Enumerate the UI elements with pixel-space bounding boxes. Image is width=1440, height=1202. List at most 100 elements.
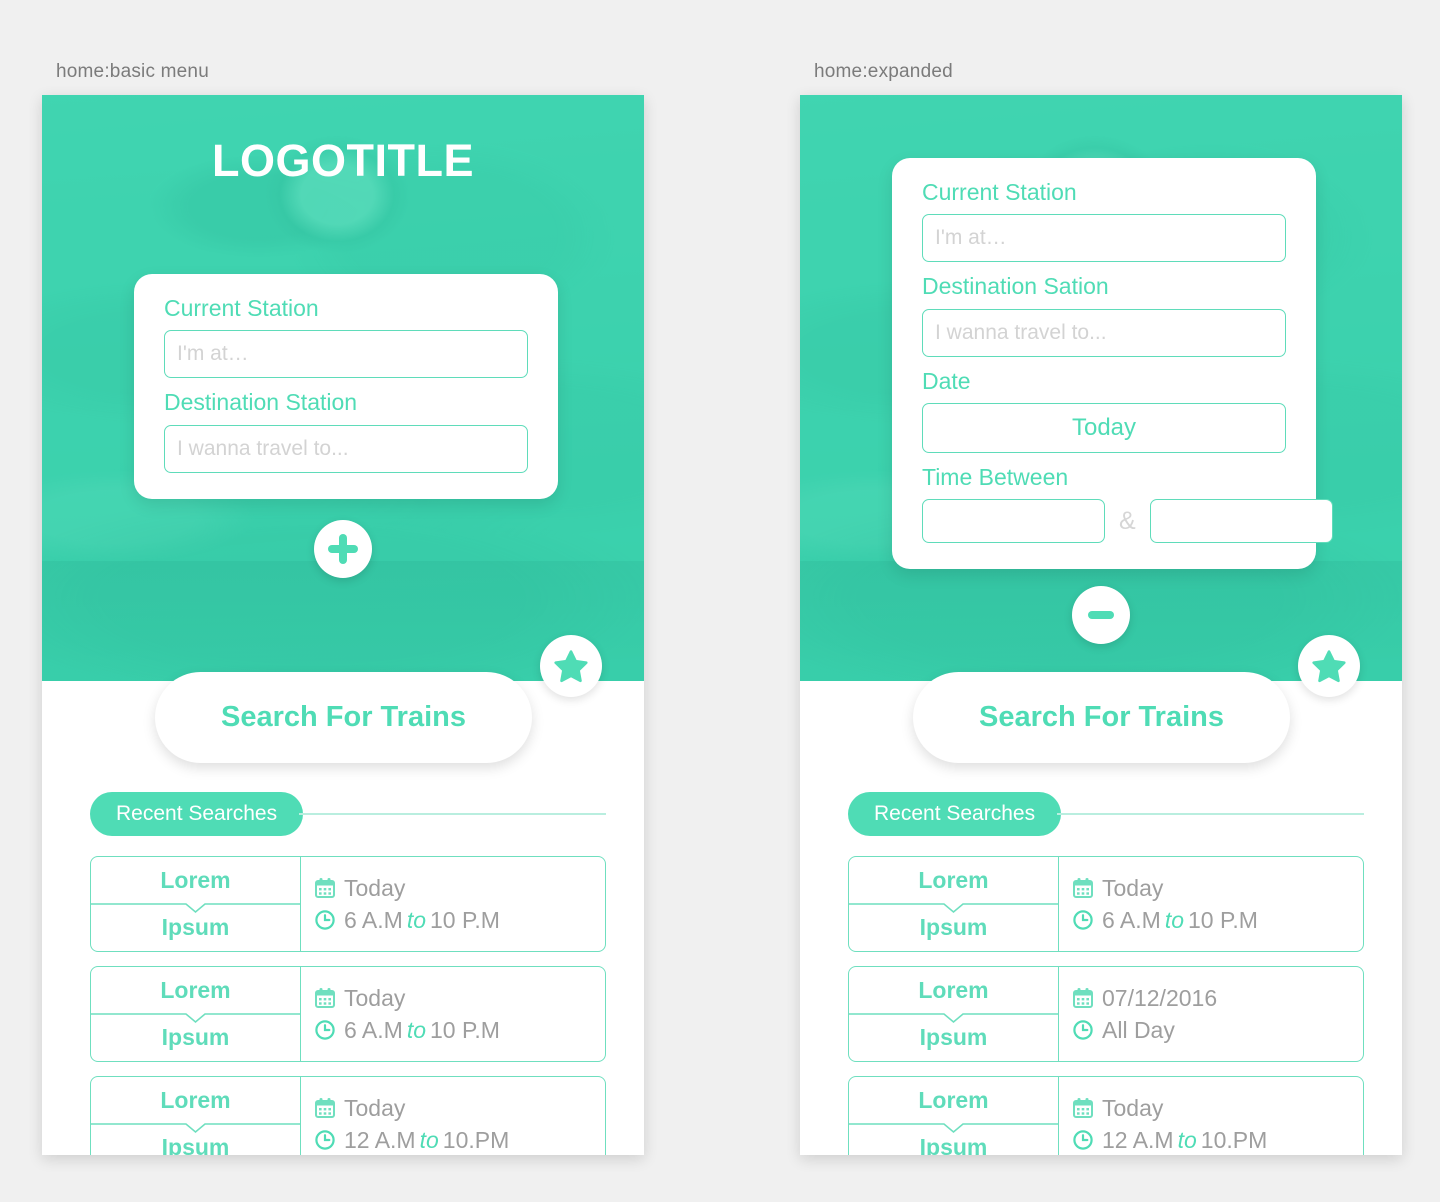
star-icon (554, 649, 588, 682)
current-station-label: Current Station (164, 295, 319, 321)
recent-searches-section-basic: Recent Searches Lorem Ipsum Today 6 A.M … (90, 792, 606, 1155)
recent-searches-header: Recent Searches (90, 792, 606, 836)
row-time-line: 12 A.M to 10.PM (314, 1127, 605, 1154)
row-date-line: Today (1072, 1095, 1363, 1122)
row-date-text: Today (1102, 1094, 1164, 1121)
recent-searches-section-expanded: Recent Searches Lorem Ipsum Today 6 A.M … (848, 792, 1364, 1155)
row-time-start: 12 A.M (1102, 1126, 1174, 1153)
row-time-line: 6 A.M to 10 P.M (1072, 907, 1363, 934)
screen-label-basic: home:basic menu (56, 61, 209, 82)
row-origin: Lorem (160, 867, 231, 893)
clock-icon (1072, 909, 1094, 931)
row-destination: Ipsum (161, 914, 230, 940)
row-time-end: 10 P.M (1188, 906, 1258, 933)
search-card-expanded: Current Station Destination Sation Date … (892, 158, 1333, 570)
search-card-basic: Current Station Destination Station (134, 274, 558, 499)
table-row[interactable]: Lorem Ipsum Today (848, 1076, 1364, 1155)
destination-station-input[interactable] (922, 308, 1286, 357)
expand-toggle-button[interactable] (314, 520, 372, 578)
table-row[interactable]: Lorem Ipsum 07/12/2016 All Day (848, 966, 1364, 1062)
current-station-input[interactable] (922, 214, 1286, 263)
screen-home-basic: home:basic menu LOGOTITLE Current Statio… (42, 60, 644, 1155)
row-stations: Lorem Ipsum (91, 967, 301, 1061)
row-time-start: 6 A.M (1102, 906, 1161, 933)
destination-station-label: Destination Station (164, 389, 358, 416)
row-time-start: All Day (1102, 1016, 1175, 1043)
row-when: Today 12 A.M to 10.PM (301, 1077, 605, 1155)
recent-searches-title: Recent Searches (848, 792, 1062, 836)
calendar-icon (1072, 877, 1094, 899)
collapse-toggle-button[interactable] (1072, 586, 1130, 644)
recent-searches-header: Recent Searches (848, 792, 1364, 836)
search-for-trains-button[interactable]: Search For Trains (155, 672, 532, 763)
calendar-icon (314, 877, 336, 899)
row-time-separator: to (406, 1016, 426, 1043)
row-destination: Ipsum (919, 1024, 988, 1050)
row-date-line: Today (314, 985, 605, 1012)
calendar-icon (1072, 1097, 1094, 1119)
star-icon (1312, 649, 1346, 682)
row-date-text: 07/12/2016 (1102, 984, 1218, 1011)
phone-frame-expanded: Current Station Destination Sation Date … (800, 95, 1402, 1155)
row-origin: Lorem (918, 977, 989, 1003)
logo-title: LOGOTITLE (212, 135, 474, 186)
table-row[interactable]: Lorem Ipsum Today (90, 966, 606, 1062)
row-stations: Lorem Ipsum (91, 857, 301, 951)
recent-searches-divider (299, 813, 606, 815)
clock-icon (1072, 1129, 1094, 1151)
row-time-start: 6 A.M (344, 1016, 403, 1043)
row-stations: Lorem Ipsum (849, 857, 1059, 951)
row-when: Today 6 A.M to 10 P.M (301, 967, 605, 1061)
row-when: Today 6 A.M to 10 P.M (301, 857, 605, 951)
table-row[interactable]: Lorem Ipsum Today (848, 856, 1364, 952)
row-time-separator: to (1164, 906, 1184, 933)
row-when: Today 6 A.M to 10 P.M (1059, 857, 1363, 951)
favorites-button[interactable] (540, 635, 602, 697)
row-stations: Lorem Ipsum (849, 967, 1059, 1061)
date-picker-button[interactable]: Today (922, 402, 1286, 453)
minus-icon (1086, 600, 1116, 630)
row-time-start: 12 A.M (344, 1126, 416, 1153)
time-separator-label: & (1119, 506, 1136, 535)
row-stations: Lorem Ipsum (91, 1077, 301, 1155)
clock-icon (1072, 1019, 1094, 1041)
row-stations: Lorem Ipsum (849, 1077, 1059, 1155)
row-time-separator: to (419, 1126, 439, 1153)
clock-icon (314, 1019, 336, 1041)
table-row[interactable]: Lorem Ipsum Today (90, 1076, 606, 1155)
row-destination: Ipsum (161, 1024, 230, 1050)
screen-label-expanded: home:expanded (814, 61, 953, 82)
time-to-input[interactable] (1149, 499, 1333, 544)
row-when: Today 12 A.M to 10.PM (1059, 1077, 1363, 1155)
row-time-line: 6 A.M to 10 P.M (314, 1017, 605, 1044)
clock-icon (314, 1129, 336, 1151)
row-date-text: Today (344, 874, 406, 901)
row-time-line: 12 A.M to 10.PM (1072, 1127, 1363, 1154)
calendar-icon (314, 1097, 336, 1119)
row-time-separator: to (1177, 1126, 1197, 1153)
row-date-line: Today (1072, 875, 1363, 902)
destination-station-input[interactable] (164, 424, 528, 473)
row-destination: Ipsum (919, 1134, 988, 1155)
search-for-trains-button[interactable]: Search For Trains (913, 672, 1290, 763)
row-date-line: 07/12/2016 (1072, 985, 1363, 1012)
row-destination: Ipsum (919, 914, 988, 940)
time-from-input[interactable] (922, 499, 1105, 544)
calendar-icon (1072, 987, 1094, 1009)
row-origin: Lorem (918, 1087, 989, 1113)
phone-frame-basic: LOGOTITLE Current Station Destination St… (42, 95, 644, 1155)
table-row[interactable]: Lorem Ipsum Today (90, 856, 606, 952)
row-time-end: 10.PM (1200, 1126, 1268, 1153)
calendar-icon (314, 987, 336, 1009)
row-time-end: 10 P.M (430, 1016, 500, 1043)
row-date-text: Today (344, 984, 406, 1011)
favorites-button[interactable] (1298, 635, 1360, 697)
date-label: Date (922, 367, 971, 394)
row-date-text: Today (344, 1094, 406, 1121)
current-station-input[interactable] (164, 330, 528, 379)
row-date-text: Today (1102, 874, 1164, 901)
destination-station-label: Destination Sation (922, 273, 1109, 300)
recent-searches-divider (1057, 813, 1364, 815)
time-between-row: & (922, 499, 1333, 544)
row-origin: Lorem (160, 977, 231, 1003)
